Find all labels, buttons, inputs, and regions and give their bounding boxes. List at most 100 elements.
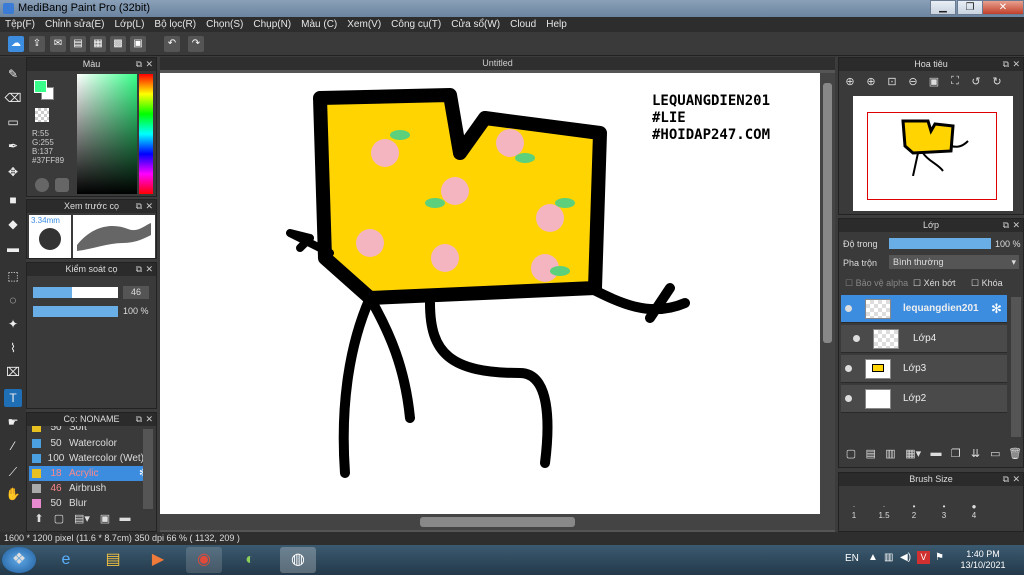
close-icon[interactable]: ✕ [1012,58,1020,71]
cloud-icon[interactable]: ☁ [8,36,24,52]
menu-tools[interactable]: Công cụ(T) [386,17,446,32]
brush-item-selected[interactable]: 18Acrylic✻ [29,466,153,481]
close-icon[interactable]: ✕ [1012,473,1020,486]
rotate-left-icon[interactable]: ↺ [968,75,984,93]
move-tool-icon[interactable]: ✥ [4,163,22,181]
expand-icon[interactable]: ⧉ [136,200,142,213]
layer-row[interactable]: Lớp4 [841,325,1007,353]
layer-settings-icon[interactable]: ▭ [987,447,1003,463]
brush-item[interactable]: 50 Soft [29,426,153,435]
expand-icon[interactable]: ⧉ [1003,58,1009,71]
page-icon[interactable]: ▦ [90,36,106,52]
close-icon[interactable]: ✕ [145,263,153,276]
antivirus-icon[interactable]: V [917,551,930,564]
new-brush-icon[interactable]: ▢ [51,512,67,530]
tiles-icon[interactable]: ▣ [130,36,146,52]
brush-size-cell[interactable]: · 1.5 [869,488,899,532]
folder-icon[interactable]: ▬ [928,447,944,463]
folder-icon[interactable]: ▬ [117,512,133,530]
vertical-scroll-thumb[interactable] [823,83,832,343]
eye-icon[interactable] [845,305,852,312]
menu-snap[interactable]: Chụp(N) [248,17,296,32]
eyedropper-tool-icon[interactable]: ⟋ [4,463,22,481]
close-button[interactable]: ✕ [982,0,1024,15]
layer-row-selected[interactable]: lequangdien201 ✻ [841,295,1007,323]
select-pen-icon[interactable]: ⌇ [4,339,22,357]
brush-size-cell[interactable]: ● 4 [959,488,989,532]
eye-icon[interactable] [845,395,852,402]
pen-tool-icon[interactable]: ✒ [4,137,22,155]
app-icon-green[interactable]: ◐ [232,547,268,573]
brush-list-scrollbar[interactable] [143,429,153,509]
redo-icon[interactable]: ↷ [188,36,204,52]
clock[interactable]: 1:40 PM 13/10/2021 [950,549,1016,571]
minimize-button[interactable]: ▁ [930,0,956,15]
menu-select[interactable]: Chọn(S) [201,17,248,32]
layer-add-menu-icon[interactable]: ▦▾ [902,447,924,463]
tray-expand-icon[interactable]: ▲ [868,552,878,563]
blend-mode-select[interactable]: Bình thường ▾ [889,255,1019,269]
brush-size-value[interactable]: 46 [123,286,149,299]
menu-layer[interactable]: Lớp(L) [110,17,150,32]
operation-tool-icon[interactable]: ☛ [4,413,22,431]
start-button-icon[interactable]: ❖ [2,547,36,573]
horizontal-scrollbar[interactable] [160,514,835,530]
fill-rect-tool-icon[interactable]: ■ [4,191,22,209]
actual-size-icon[interactable]: ▣ [926,75,942,93]
brush-menu-icon[interactable]: ▤▾ [71,512,93,530]
upload-icon[interactable]: ⇪ [29,36,45,52]
brush-item[interactable]: 100 Watercolor (Wet) [29,451,153,466]
drawing-canvas[interactable]: LEQUANGDIEN201 #LIE #HOIDAP247.COM [160,73,820,514]
gradient-tool-icon[interactable]: ▬ [4,239,22,257]
divide-tool-icon[interactable]: ⁄ [4,437,22,455]
eye-icon[interactable] [845,365,852,372]
layer-list-scrollbar[interactable] [1011,297,1021,437]
menu-color[interactable]: Màu (C) [296,17,342,32]
brush-item[interactable]: 46 Airbrush [29,481,153,496]
expand-icon[interactable]: ⧉ [136,263,142,276]
volume-icon[interactable]: ◀) [900,552,911,563]
media-player-icon[interactable]: ▶ [140,547,176,573]
gear-icon[interactable]: ✻ [991,301,1002,317]
palette-icon[interactable] [35,178,49,192]
brush-size-slider[interactable] [33,287,118,298]
transparent-swatch[interactable] [35,108,49,122]
foreground-color-swatch[interactable] [34,80,47,93]
zoom-out-icon[interactable]: ⊖ [905,75,921,93]
medibang-icon[interactable]: ◍ [280,547,316,573]
lock-checkbox[interactable]: ☐ Khóa [971,278,1003,289]
layer-row[interactable]: Lớp2 [841,385,1007,413]
delete-layer-icon[interactable]: 🗑 [1007,447,1023,463]
color-picker-icon[interactable] [55,178,69,192]
menu-edit[interactable]: Chỉnh sửa(E) [40,17,110,32]
brush-tool-icon[interactable]: ✎ [4,65,22,83]
expand-icon[interactable]: ⧉ [136,413,142,426]
internet-explorer-icon[interactable]: e [48,547,84,573]
fit-icon[interactable]: ⊡ [884,75,900,93]
menu-window[interactable]: Cửa sổ(W) [446,17,505,32]
select-tool-icon[interactable]: ⬚ [4,267,22,285]
hand-tool-icon[interactable]: ✋ [4,485,22,503]
new-halftone-layer-icon[interactable]: ▤ [863,447,879,463]
zoom-in-alt-icon[interactable]: ⊕ [863,75,879,93]
brush-item[interactable]: 50 Blur [29,496,153,510]
brush-settings-icon[interactable]: ▣ [97,512,113,530]
chrome-icon[interactable]: ◉ [186,547,222,573]
magic-wand-icon[interactable]: ✦ [4,315,22,333]
undo-icon[interactable]: ↶ [164,36,180,52]
canvas-tab[interactable]: Untitled [160,57,835,70]
zoom-in-icon[interactable]: ⊕ [842,75,858,93]
bucket-tool-icon[interactable]: ◆ [4,215,22,233]
flag-icon[interactable]: ⚑ [935,552,944,563]
new-layer-icon[interactable]: ▢ [843,447,859,463]
brush-opacity-slider[interactable] [33,306,118,317]
layer-opacity-slider[interactable] [889,238,991,249]
navigator-preview[interactable] [853,96,1013,211]
comment-icon[interactable]: ✉ [50,36,66,52]
document-icon[interactable]: ▤ [70,36,86,52]
brush-size-cell[interactable]: · 1 [839,488,869,532]
maximize-button[interactable]: ❐ [957,0,983,15]
rotate-right-icon[interactable]: ↻ [989,75,1005,93]
menu-help[interactable]: Help [541,17,572,32]
protect-alpha-checkbox[interactable]: ☐ Bảo vệ alpha [845,278,908,289]
